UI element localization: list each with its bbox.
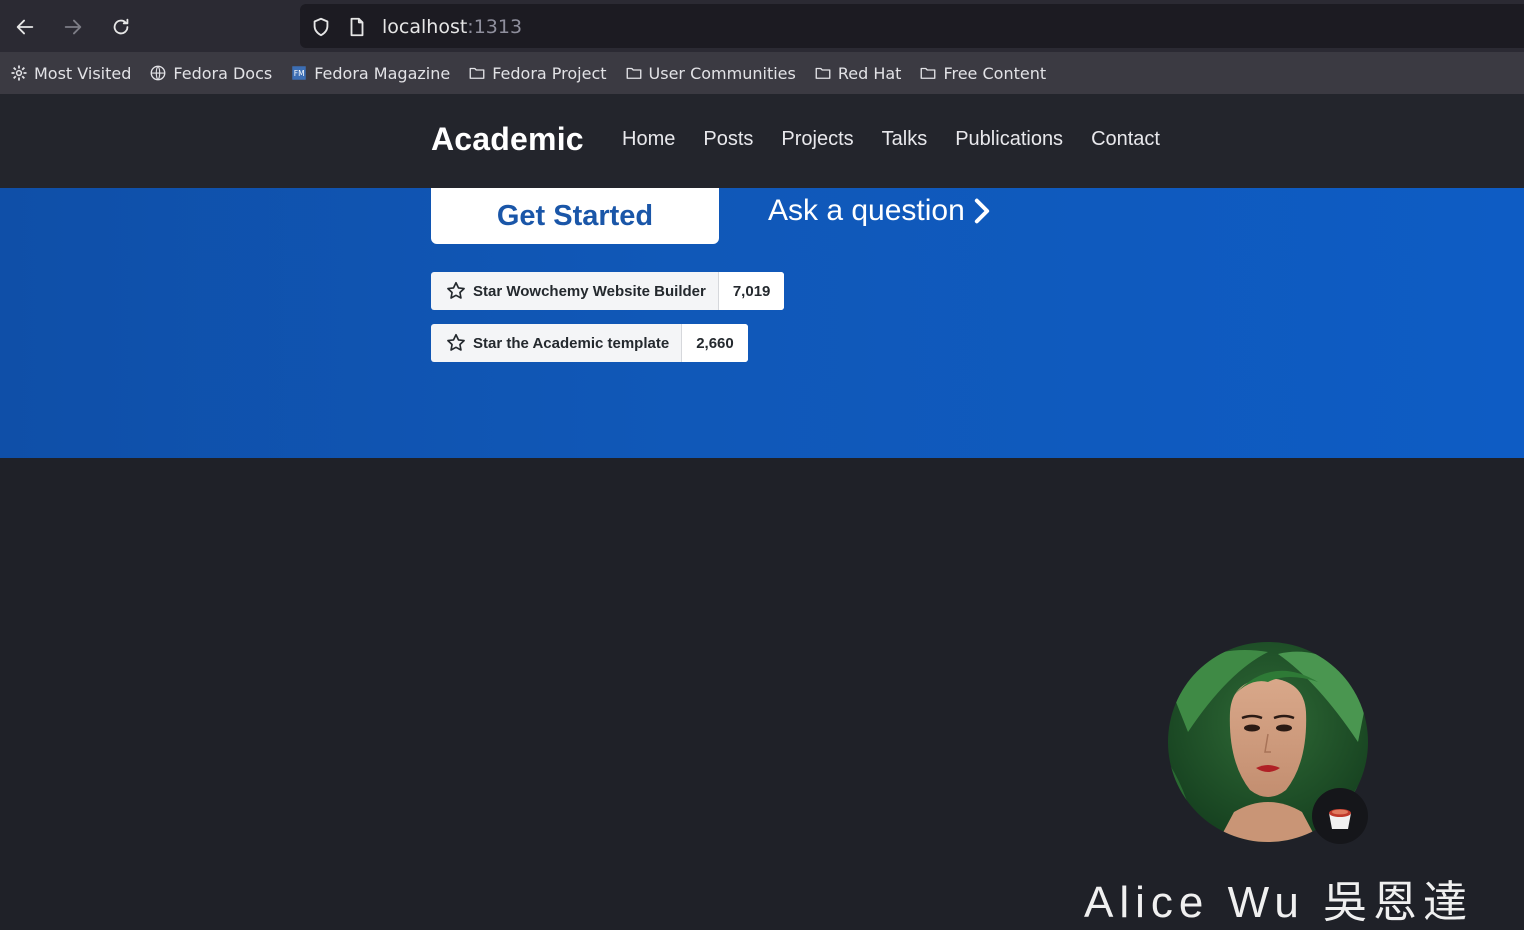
get-started-button[interactable]: Get Started bbox=[431, 188, 719, 244]
folder-icon bbox=[815, 67, 831, 79]
site-nav-links: Home Posts Projects Talks Publications C… bbox=[622, 128, 1160, 151]
bookmark-label: User Communities bbox=[648, 63, 796, 83]
svg-text:FM: FM bbox=[294, 69, 305, 78]
site-navbar: Academic Home Posts Projects Talks Publi… bbox=[0, 94, 1524, 188]
nav-talks[interactable]: Talks bbox=[882, 128, 928, 151]
folder-icon bbox=[921, 67, 936, 79]
folder-icon bbox=[469, 67, 485, 79]
bookmark-most-visited[interactable]: Most Visited bbox=[10, 64, 131, 83]
arrow-left-icon bbox=[16, 19, 34, 35]
nav-publications[interactable]: Publications bbox=[955, 128, 1063, 151]
forward-button[interactable] bbox=[56, 10, 90, 44]
github-star-button[interactable]: Star Wowchemy Website Builder 7,019 bbox=[431, 272, 785, 310]
bookmark-fedora-magazine[interactable]: FM Fedora Magazine bbox=[290, 64, 450, 83]
github-star-main[interactable]: Star Wowchemy Website Builder bbox=[431, 272, 719, 310]
bookmark-red-hat[interactable]: Red Hat bbox=[814, 63, 902, 83]
folder-icon bbox=[626, 67, 641, 79]
back-button[interactable] bbox=[8, 10, 42, 44]
bookmark-user-communities[interactable]: User Communities bbox=[625, 64, 796, 83]
star-icon bbox=[447, 333, 465, 351]
github-star-label: Star Wowchemy Website Builder bbox=[473, 282, 706, 300]
shield-icon[interactable] bbox=[310, 16, 332, 38]
bookmark-label: Fedora Magazine bbox=[314, 63, 451, 83]
nav-home[interactable]: Home bbox=[622, 128, 675, 151]
gear-icon bbox=[11, 65, 27, 81]
cup-icon bbox=[1329, 809, 1351, 829]
hero-section: Get Started Ask a question Star Wowchemy… bbox=[0, 188, 1524, 458]
reload-icon bbox=[113, 18, 129, 35]
nav-contact[interactable]: Contact bbox=[1091, 128, 1160, 151]
magazine-icon: FM bbox=[292, 66, 306, 80]
arrow-right-icon bbox=[64, 19, 82, 35]
bookmark-label: Free Content bbox=[943, 63, 1047, 83]
chevron-right-icon bbox=[974, 198, 989, 224]
github-star-button[interactable]: Star the Academic template 2,660 bbox=[431, 324, 748, 362]
person-name: Alice Wu 吳恩達 bbox=[1084, 878, 1474, 927]
nav-posts[interactable]: Posts bbox=[703, 128, 753, 151]
ask-question-label: Ask a question bbox=[768, 194, 965, 227]
github-star-label: Star the Academic template bbox=[473, 334, 670, 352]
github-star-main[interactable]: Star the Academic template bbox=[431, 324, 683, 362]
star-icon bbox=[447, 281, 465, 299]
ask-question-link[interactable]: Ask a question bbox=[768, 194, 991, 228]
reload-button[interactable] bbox=[104, 10, 138, 44]
globe-icon bbox=[150, 65, 166, 81]
bookmark-fedora-project[interactable]: Fedora Project bbox=[468, 63, 607, 83]
bookmark-label: Red Hat bbox=[837, 63, 902, 83]
url-host: localhost bbox=[382, 16, 468, 38]
site-brand[interactable]: Academic bbox=[431, 121, 584, 158]
url-bar[interactable]: localhost:1313 bbox=[300, 4, 1524, 48]
url-port: :1313 bbox=[467, 16, 523, 38]
bookmark-label: Most Visited bbox=[34, 63, 132, 83]
bookmark-fedora-docs[interactable]: Fedora Docs bbox=[149, 64, 272, 83]
browser-toolbar: localhost:1313 bbox=[0, 0, 1524, 52]
bookmarks-bar: Most Visited Fedora Docs FM Fedora Magaz… bbox=[0, 52, 1524, 94]
github-star-count[interactable]: 7,019 bbox=[718, 272, 785, 310]
url-text[interactable]: localhost:1313 bbox=[382, 16, 522, 38]
nav-projects[interactable]: Projects bbox=[781, 128, 853, 151]
github-star-count[interactable]: 2,660 bbox=[682, 324, 748, 362]
page-icon bbox=[350, 17, 364, 37]
bookmark-free-content[interactable]: Free Content bbox=[919, 64, 1046, 83]
bookmark-label: Fedora Docs bbox=[173, 63, 273, 83]
coffee-cup-emoji bbox=[1312, 788, 1368, 844]
bookmark-label: Fedora Project bbox=[492, 63, 607, 83]
